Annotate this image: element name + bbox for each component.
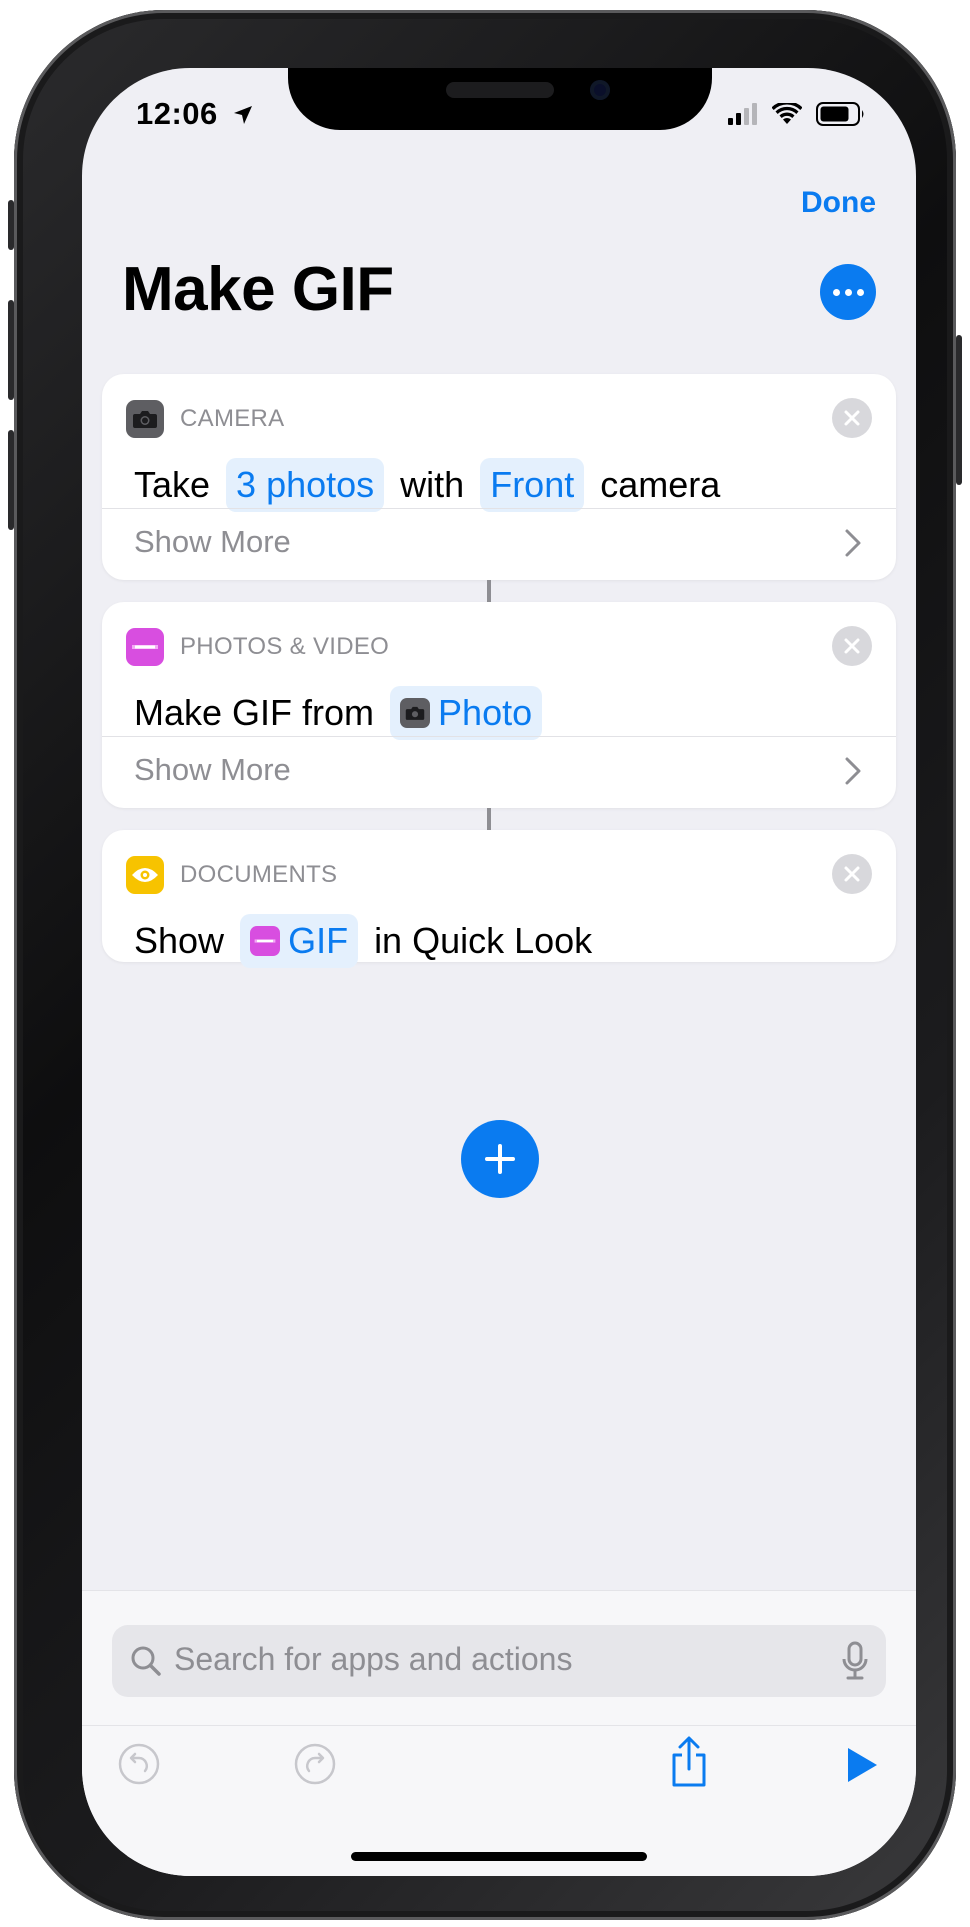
cellular-signal-icon [728,103,757,125]
close-icon [844,410,860,426]
action-card-documents[interactable]: DOCUMENTS Show GIF in Quick Look [102,830,896,968]
search-bar[interactable]: Search for apps and actions [112,1625,886,1697]
chevron-right-icon [845,757,861,785]
action-text: in Quick Look [374,920,593,961]
wifi-icon [772,103,802,124]
status-icons [728,102,866,126]
card-header: CAMERA [126,400,284,438]
action-connector [487,580,491,602]
show-more-button[interactable]: Show More [134,752,291,788]
token-label: Photo [438,692,533,733]
category-label: PHOTOS & VIDEO [180,633,390,660]
remove-action-button[interactable] [832,398,872,438]
power-button [956,335,962,485]
category-label: CAMERA [180,405,285,432]
chevron-right-icon [845,529,861,557]
action-text: Make GIF from [134,692,375,733]
action-text: camera [600,464,721,505]
action-connector [487,808,491,830]
remove-action-button[interactable] [832,626,872,666]
undo-icon[interactable] [118,1743,160,1785]
redo-icon[interactable] [294,1743,336,1785]
action-text: with [400,464,465,505]
toolbar-divider [82,1725,916,1726]
card-header: PHOTOS & VIDEO [126,628,389,666]
share-icon[interactable] [668,1735,710,1789]
add-action-button[interactable] [461,1120,539,1198]
dot [856,288,864,296]
camera-icon [400,698,431,728]
mute-switch [8,200,14,250]
action-sentence: Show GIF in Quick Look [134,914,608,968]
volume-down-button [8,430,14,530]
more-options-button[interactable] [820,264,876,320]
location-arrow-icon [234,106,252,124]
search-placeholder: Search for apps and actions [174,1641,573,1677]
category-label: DOCUMENTS [180,861,338,888]
search-icon [131,1646,161,1676]
battery-icon [816,102,864,126]
camera-position-parameter[interactable]: Front [480,458,585,512]
action-card-camera[interactable]: CAMERA Take 3 photos with Front camera S… [102,374,896,580]
status-time: 12:06 [136,96,218,131]
speaker [446,82,554,98]
photos-video-icon [250,926,281,956]
play-icon[interactable] [844,1745,880,1785]
close-icon [844,638,860,654]
divider [102,736,896,737]
token-label: GIF [288,920,349,961]
screen: 12:06 Done Make GIF CAMERA Take 3 photos… [82,68,916,1876]
dot [844,288,852,296]
action-sentence: Take 3 photos with Front camera [134,458,736,512]
bottom-panel: Search for apps and actions [82,1590,916,1876]
done-button[interactable]: Done [801,186,876,220]
photos-video-icon [126,628,164,666]
notch [288,68,712,130]
camera-icon [126,400,164,438]
volume-up-button [8,300,14,400]
eye-icon [126,856,164,894]
photo-count-parameter[interactable]: 3 photos [226,458,385,512]
dot [832,288,840,296]
front-camera [590,80,610,100]
action-card-photos-video[interactable]: PHOTOS & VIDEO Make GIF from Photo Show … [102,602,896,808]
show-more-button[interactable]: Show More [134,524,291,560]
page-title: Make GIF [122,255,394,324]
action-text: Take [134,464,211,505]
action-text: Show [134,920,225,961]
plus-icon [485,1144,515,1174]
home-indicator[interactable] [351,1852,647,1861]
microphone-icon[interactable] [842,1641,868,1681]
close-icon [844,866,860,882]
divider [102,508,896,509]
remove-action-button[interactable] [832,854,872,894]
action-sentence: Make GIF from Photo [134,686,558,740]
card-header: DOCUMENTS [126,856,337,894]
gif-variable-parameter[interactable]: GIF [240,914,359,968]
photo-variable-parameter[interactable]: Photo [390,686,543,740]
phone-frame: 12:06 Done Make GIF CAMERA Take 3 photos… [8,10,962,1920]
